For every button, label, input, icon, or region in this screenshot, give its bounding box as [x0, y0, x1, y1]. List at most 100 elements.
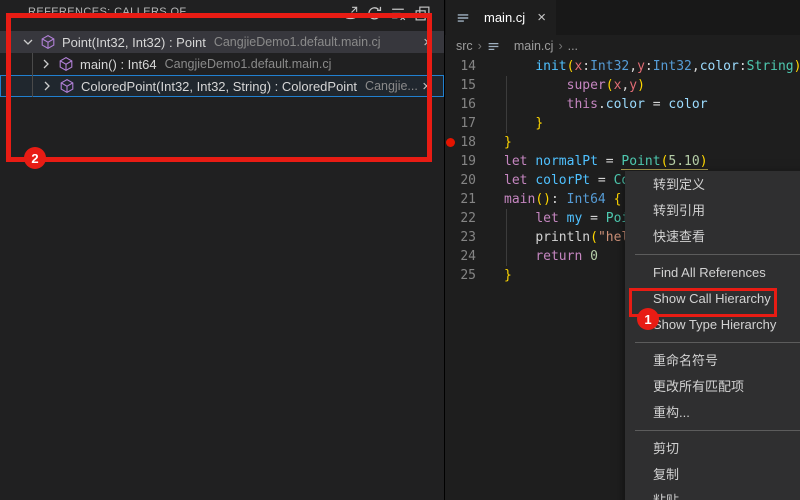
- refresh-icon[interactable]: [365, 4, 384, 23]
- code-token: main: [504, 192, 535, 207]
- line-number: 21: [445, 190, 476, 209]
- line-number: 20: [445, 171, 476, 190]
- code-token: [582, 249, 590, 264]
- code-token: String: [747, 59, 794, 74]
- menu-item[interactable]: 更改所有匹配项: [625, 374, 800, 400]
- tab-main-cj[interactable]: main.cj ×: [446, 0, 556, 35]
- menu-item[interactable]: 快速查看: [625, 224, 800, 250]
- context-menu: 转到定义转到引用快速查看 Find All ReferencesShow Call…: [625, 171, 800, 500]
- close-icon[interactable]: ×: [422, 79, 431, 94]
- code-line: 16 this.color = color: [445, 95, 800, 114]
- code-token: let: [535, 211, 558, 226]
- code-token: [559, 211, 567, 226]
- code-token: color: [668, 97, 707, 112]
- code-token: ): [794, 59, 800, 74]
- code-token: [504, 249, 535, 264]
- menu-item[interactable]: 粘贴: [625, 488, 800, 500]
- code-token: =: [590, 173, 613, 188]
- code-token: [504, 59, 535, 74]
- code-token: [504, 116, 535, 131]
- code-line: 15 super(x,y): [445, 76, 800, 95]
- tree-row[interactable]: ColoredPoint(Int32, Int32, String) : Col…: [0, 75, 444, 97]
- line-number: 24: [445, 247, 476, 266]
- tree-row[interactable]: Point(Int32, Int32) : PointCangjieDemo1.…: [0, 31, 444, 53]
- tree-item-label: ColoredPoint(Int32, Int32, String) : Col…: [81, 79, 357, 94]
- code-token: 5.10: [668, 154, 699, 170]
- code-line: 19let normalPt = Point(5.10): [445, 152, 800, 171]
- close-icon[interactable]: ×: [537, 9, 546, 26]
- code-line: 14 init(x:Int32,y:Int32,color:String): [445, 57, 800, 76]
- file-icon: [456, 10, 472, 26]
- chevron-down-icon[interactable]: [20, 34, 36, 50]
- tree-item-detail: CangjieDemo1.default.main.cj: [214, 35, 381, 49]
- symbol-method-icon: [59, 78, 75, 94]
- indent-guide: [506, 209, 507, 228]
- line-number: 15: [445, 76, 476, 95]
- symbol-method-icon: [58, 56, 74, 72]
- code-token: let: [504, 173, 527, 188]
- indent-guide: [506, 95, 507, 114]
- code-token: 0: [590, 249, 598, 264]
- code-token: {: [614, 192, 622, 207]
- code-token: }: [504, 268, 512, 283]
- chevron-right-icon: ›: [558, 39, 562, 53]
- tree-row[interactable]: main() : Int64 CangjieDemo1.default.main.…: [0, 53, 444, 75]
- code-token: =: [598, 154, 621, 169]
- indent-guide: [506, 76, 507, 95]
- code-token: color: [700, 59, 739, 74]
- code-token: y: [637, 59, 645, 74]
- clear-results-icon[interactable]: [389, 4, 408, 23]
- references-panel: REFERENCES: CALLERS OF Point(Int32, Int3…: [0, 0, 444, 500]
- breadcrumb-item-file[interactable]: main.cj: [514, 39, 554, 53]
- menu-item[interactable]: 转到引用: [625, 198, 800, 224]
- menu-separator: [635, 342, 800, 343]
- code-token: }: [535, 116, 543, 131]
- chevron-right-icon: ›: [478, 39, 482, 53]
- code-token: :: [551, 192, 567, 207]
- code-token: colorPt: [535, 173, 590, 188]
- breadcrumb-item-symbol[interactable]: ...: [568, 39, 578, 53]
- tab-bar: main.cj ×: [445, 0, 800, 35]
- menu-item[interactable]: 重构...: [625, 400, 800, 426]
- line-number: 17: [445, 114, 476, 133]
- line-number: 25: [445, 266, 476, 285]
- code-token: (: [535, 192, 543, 207]
- chevron-right-icon[interactable]: [39, 78, 55, 94]
- menu-item[interactable]: Show Type Hierarchy: [625, 312, 800, 338]
- code-token: Int32: [653, 59, 692, 74]
- code-token: Int64: [567, 192, 606, 207]
- tree-item-detail: CangjieDemo1.default.main.cj: [165, 57, 332, 71]
- code-token: Point: [621, 154, 660, 170]
- line-number: 19: [445, 152, 476, 171]
- code-token: ,: [629, 59, 637, 74]
- menu-item[interactable]: 复制: [625, 462, 800, 488]
- menu-item[interactable]: Find All References: [625, 260, 800, 286]
- line-number: 16: [445, 95, 476, 114]
- menu-item[interactable]: 转到定义: [625, 172, 800, 198]
- file-icon: [487, 38, 503, 54]
- symbol-method-icon: [40, 34, 56, 50]
- code-token: let: [504, 154, 527, 169]
- menu-item[interactable]: 重命名符号: [625, 348, 800, 374]
- tree-item-label: main() : Int64: [80, 57, 157, 72]
- code-token: my: [567, 211, 583, 226]
- code-token: normalPt: [535, 154, 598, 169]
- code-token: ,: [692, 59, 700, 74]
- call-hierarchy-icon[interactable]: [341, 4, 360, 23]
- breadcrumb-item-src[interactable]: src: [456, 39, 473, 53]
- code-token: :: [645, 59, 653, 74]
- copy-icon[interactable]: [413, 4, 432, 23]
- code-token: .: [598, 97, 606, 112]
- code-token: return: [535, 249, 582, 264]
- code-token: :: [582, 59, 590, 74]
- chevron-right-icon[interactable]: [38, 56, 54, 72]
- code-line: 17 }: [445, 114, 800, 133]
- menu-item[interactable]: 剪切: [625, 436, 800, 462]
- code-token: ): [637, 78, 645, 93]
- call-hierarchy-tree: Point(Int32, Int32) : PointCangjieDemo1.…: [0, 31, 444, 97]
- close-icon[interactable]: ×: [423, 35, 432, 50]
- tree-indent-guide: [32, 53, 33, 97]
- indent-guide: [506, 114, 507, 133]
- menu-item[interactable]: Show Call Hierarchy: [625, 286, 800, 312]
- code-token: (: [606, 78, 614, 93]
